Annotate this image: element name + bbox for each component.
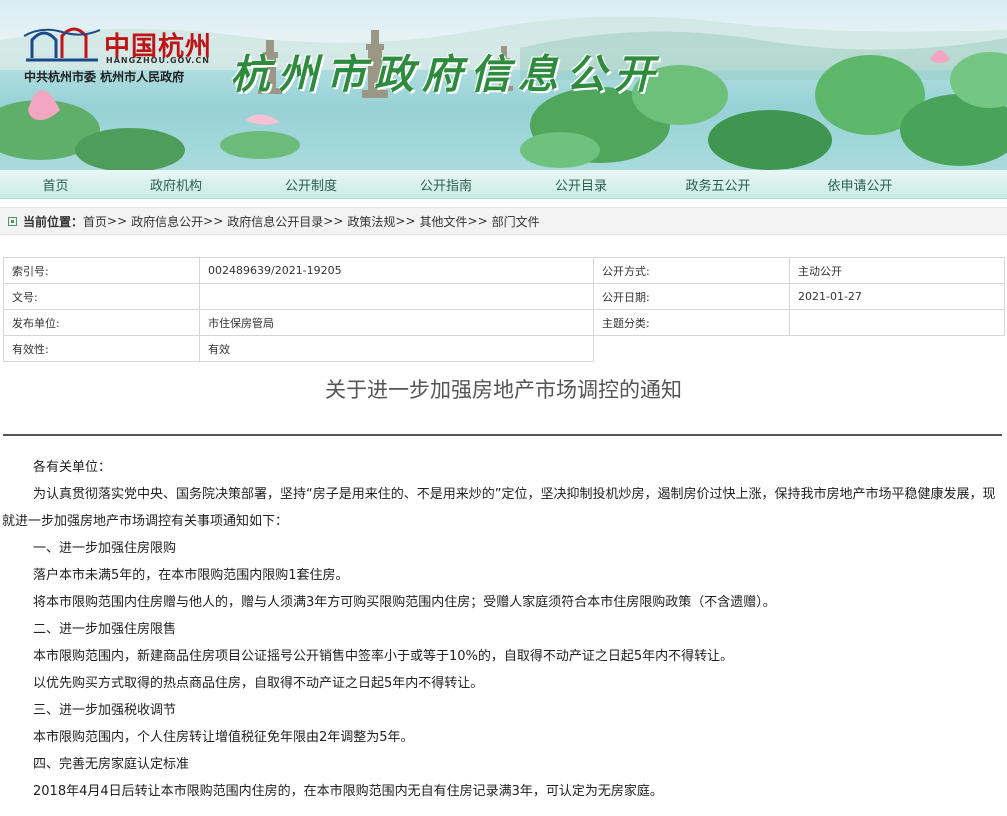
date-label: 公开日期:: [593, 283, 790, 310]
breadcrumb-item-other-files[interactable]: 其他文件: [420, 213, 468, 230]
docno-label: 文号:: [3, 283, 200, 310]
breadcrumb-item-policies[interactable]: 政策法规: [347, 213, 395, 230]
breadcrumb-label: 当前位置：: [23, 214, 84, 229]
document-metadata-table: 索引号: 002489639/2021-19205 公开方式: 主动公开 文号:…: [3, 257, 1005, 362]
breadcrumb-item-gov-info[interactable]: 政府信息公开: [131, 213, 203, 230]
issuer-value: 市住保房管局: [199, 309, 594, 336]
table-row: 发布单位: 市住保房管局 主题分类:: [3, 309, 1005, 336]
validity-value: 有效: [199, 335, 594, 362]
salutation: 各有关单位：: [33, 460, 112, 475]
method-value: 主动公开: [789, 257, 1005, 284]
intro-paragraph: 为认真贯彻落实党中央、国务院决策部署，坚持“房子是用来住的、不是用来炒的”定位，…: [2, 487, 996, 529]
breadcrumb: 当前位置： 首页 >> 政府信息公开 >> 政府信息公开目录 >> 政策法规 >…: [0, 207, 1007, 235]
article-title: 关于进一步加强房地产市场调控的通知: [325, 378, 682, 402]
breadcrumb-item-home[interactable]: 首页: [83, 213, 107, 230]
breadcrumb-separator: >>: [323, 214, 344, 228]
location-marker-icon: [8, 216, 17, 226]
nav-item-home[interactable]: 首页: [0, 175, 111, 194]
breadcrumb-separator: >>: [107, 214, 128, 228]
topic-label: 主题分类:: [593, 309, 790, 336]
empty-cell: [790, 336, 1005, 362]
title-divider: [3, 434, 1002, 436]
table-row: 索引号: 002489639/2021-19205 公开方式: 主动公开: [3, 257, 1005, 284]
section-heading: 二、进一步加强住房限售: [33, 622, 177, 637]
article-body: 各有关单位： 为认真贯彻落实党中央、国务院决策部署，坚持“房子是用来住的、不是用…: [2, 454, 998, 805]
article-paragraph: 本市限购范围内，个人住房转让增值税征免年限由2年调整为5年。: [33, 730, 414, 745]
breadcrumb-separator: >>: [467, 214, 488, 228]
topic-value: [789, 309, 1005, 336]
section-heading: 三、进一步加强税收调节: [33, 703, 177, 718]
site-organization: 中共杭州市委 杭州市人民政府: [24, 70, 185, 84]
empty-cell: [594, 336, 790, 362]
city-emblem-icon: [23, 27, 101, 62]
breadcrumb-separator: >>: [203, 214, 224, 228]
nav-item-government-agencies[interactable]: 政府机构: [111, 175, 241, 194]
validity-label: 有效性:: [3, 335, 200, 362]
main-nav: 首页 政府机构 公开制度 公开指南 公开目录 政务五公开 依申请公开: [0, 170, 1007, 199]
nav-item-disclosure-guide[interactable]: 公开指南: [381, 175, 511, 194]
breadcrumb-item-department-files[interactable]: 部门文件: [492, 213, 540, 230]
article-paragraph: 将本市限购范围内住房赠与他人的，赠与人须满3年方可购买限购范围内住房；受赠人家庭…: [33, 595, 776, 610]
index-value: 002489639/2021-19205: [199, 257, 594, 284]
site-domain: HANGZHOU.GOV.CN: [106, 56, 210, 65]
site-title: 杭州市政府信息公开: [230, 51, 662, 98]
site-banner: 中国杭州 HANGZHOU.GOV.CN 中共杭州市委 杭州市人民政府 杭州市政…: [0, 0, 1007, 170]
nav-item-disclosure-catalog[interactable]: 公开目录: [511, 175, 651, 194]
table-row: 文号: 公开日期: 2021-01-27: [3, 283, 1005, 310]
article-paragraph: 以优先购买方式取得的热点商品住房，自取得不动产证之日起5年内不得转让。: [33, 676, 484, 691]
nav-item-disclosure-system[interactable]: 公开制度: [241, 175, 381, 194]
article-paragraph: 本市限购范围内，新建商品住房项目公证摇号公开销售中签率小于或等于10%的，自取得…: [33, 649, 734, 664]
nav-item-request-disclosure[interactable]: 依申请公开: [785, 175, 935, 194]
section-heading: 四、完善无房家庭认定标准: [33, 757, 190, 772]
index-label: 索引号:: [3, 257, 200, 284]
breadcrumb-separator: >>: [395, 214, 416, 228]
docno-value: [199, 283, 594, 310]
method-label: 公开方式:: [593, 257, 790, 284]
date-value: 2021-01-27: [789, 283, 1005, 310]
section-heading: 一、进一步加强住房限购: [33, 541, 177, 556]
article-paragraph: 2018年4月4日后转让本市限购范围内住房的，在本市限购范围内无自有住房记录满3…: [33, 784, 663, 799]
nav-item-five-disclosures[interactable]: 政务五公开: [651, 175, 785, 194]
breadcrumb-item-catalog[interactable]: 政府信息公开目录: [227, 213, 323, 230]
article-paragraph: 落户本市未满5年的，在本市限购范围内限购1套住房。: [33, 568, 349, 583]
issuer-label: 发布单位:: [3, 309, 200, 336]
table-row: 有效性: 有效: [3, 335, 1005, 362]
